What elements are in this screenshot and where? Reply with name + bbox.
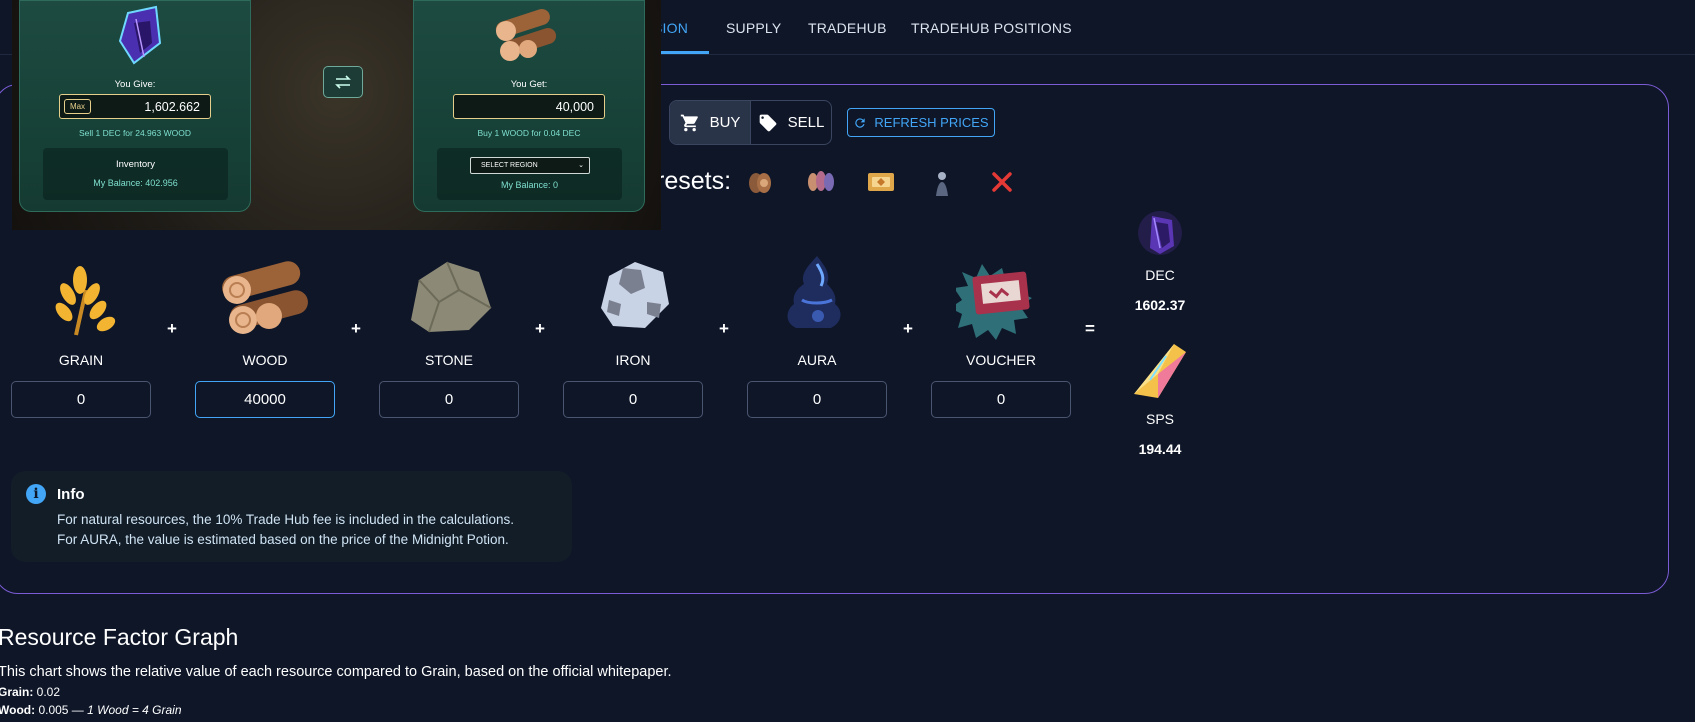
buy-button[interactable]: BUY xyxy=(670,101,751,144)
info-icon: i xyxy=(26,484,46,504)
give-amount-field[interactable]: Max 1,602.662 xyxy=(59,94,211,119)
tab-tradehub[interactable]: TRADEHUB xyxy=(808,20,887,36)
region-select-label: SELECT REGION xyxy=(481,162,538,169)
wood-icon xyxy=(222,261,308,334)
plus-operator: + xyxy=(903,319,913,338)
swap-arrows-icon xyxy=(335,75,351,89)
stone-label: STONE xyxy=(425,352,473,368)
refresh-prices-button[interactable]: REFRESH PRICES xyxy=(847,108,995,137)
info-title: Info xyxy=(57,486,85,503)
iron-input[interactable] xyxy=(563,381,703,418)
preset-wood-icon[interactable] xyxy=(744,166,776,198)
wood-factor-note: 1 Wood = 4 Grain xyxy=(87,703,182,717)
wood-factor-label: Wood: xyxy=(0,703,36,717)
wood-label: WOOD xyxy=(242,352,288,368)
graph-title: Resource Factor Graph xyxy=(0,624,239,650)
resource-iron: IRON xyxy=(562,245,704,418)
grain-factor-value: 0.02 xyxy=(33,685,61,699)
voucher-icon xyxy=(956,264,1032,340)
iron-icon xyxy=(601,262,669,328)
grain-factor-label: Grain: xyxy=(0,685,34,699)
sell-label: SELL xyxy=(787,114,825,131)
dec-gem-icon xyxy=(1138,211,1182,255)
cart-icon xyxy=(680,114,698,131)
plus-operator: + xyxy=(351,319,361,338)
get-balance: My Balance: 0 xyxy=(500,180,559,190)
buy-label: BUY xyxy=(709,114,741,131)
get-amount-field[interactable]: 40,000 xyxy=(453,94,605,119)
max-button[interactable]: Max xyxy=(64,99,91,114)
plus-operator: + xyxy=(535,319,545,338)
swap-button[interactable] xyxy=(323,66,363,98)
region-select[interactable]: SELECT REGION ⌄ xyxy=(470,157,590,174)
resource-stone: STONE xyxy=(378,245,520,418)
tab-supply[interactable]: SUPPLY xyxy=(726,20,781,36)
grain-label: GRAIN xyxy=(58,352,104,368)
preset-aura-icon[interactable] xyxy=(926,166,958,198)
output-dec: DEC 1602.37 xyxy=(1118,208,1202,313)
iron-label: IRON xyxy=(615,352,651,368)
plus-operator: + xyxy=(719,319,729,338)
get-rate-note: Buy 1 WOOD for 0.04 DEC xyxy=(477,128,581,138)
chevron-down-icon: ⌄ xyxy=(578,162,584,169)
resource-voucher: VOUCHER xyxy=(930,245,1072,418)
inventory-balance: My Balance: 402.956 xyxy=(93,178,178,188)
region-box: SELECT REGION ⌄ My Balance: 0 xyxy=(437,148,622,200)
sps-label: SPS xyxy=(1145,411,1174,427)
info-box: i Info For natural resources, the 10% Tr… xyxy=(11,471,572,562)
grain-icon xyxy=(55,266,116,336)
clear-presets-icon[interactable] xyxy=(986,166,1018,198)
resource-aura: AURA xyxy=(746,245,888,418)
tab-tradehub-positions[interactable]: TRADEHUB POSITIONS xyxy=(911,20,1072,36)
dec-label: DEC xyxy=(1145,267,1175,283)
info-line: For natural resources, the 10% Trade Hub… xyxy=(57,512,515,527)
equals-operator: = xyxy=(1085,319,1095,338)
get-card: You Get: 40,000 Buy 1 WOOD for 0.04 DEC … xyxy=(413,0,645,212)
get-label: You Get: xyxy=(510,79,548,90)
wood-factor: Wood: 0.005 — 1 Wood = 4 Grain xyxy=(0,703,182,717)
resource-wood: WOOD xyxy=(194,245,336,418)
stone-input[interactable] xyxy=(379,381,519,418)
refresh-icon xyxy=(855,117,866,128)
output-sps: SPS 194.44 xyxy=(1118,340,1202,457)
wood-factor-value: 0.005 — xyxy=(35,703,88,717)
preset-multi-icon[interactable] xyxy=(805,166,837,198)
sell-button[interactable]: SELL xyxy=(751,101,831,144)
info-line: For AURA, the value is estimated based o… xyxy=(57,532,509,547)
give-card: You Give: Max 1,602.662 Sell 1 DEC for 2… xyxy=(19,0,251,212)
aura-icon xyxy=(787,256,841,328)
sps-value: 194.44 xyxy=(1138,441,1182,457)
resource-grain: GRAIN xyxy=(10,245,152,418)
refresh-label: REFRESH PRICES xyxy=(874,115,989,130)
wood-input[interactable] xyxy=(195,381,335,418)
voucher-label: VOUCHER xyxy=(965,352,1036,368)
wood-icon xyxy=(495,9,557,61)
plus-operator: + xyxy=(167,319,177,338)
graph-description: This chart shows the relative value of e… xyxy=(0,664,672,680)
give-amount-value: 1,602.662 xyxy=(144,100,200,114)
give-rate-note: Sell 1 DEC for 24.963 WOOD xyxy=(79,128,191,138)
preset-voucher-icon[interactable] xyxy=(865,166,897,198)
give-label: You Give: xyxy=(114,79,156,90)
tag-icon xyxy=(759,114,776,131)
buy-sell-toggle: BUY SELL xyxy=(669,100,832,145)
page: SION SUPPLY TRADEHUB TRADEHUB POSITIONS … xyxy=(0,0,1695,722)
inventory-title: Inventory xyxy=(115,159,156,170)
dec-gem-icon xyxy=(118,5,162,65)
grain-factor: Grain: 0.02 xyxy=(0,685,60,699)
inventory-box: Inventory My Balance: 402.956 xyxy=(43,148,228,200)
voucher-input[interactable] xyxy=(931,381,1071,418)
dec-value: 1602.37 xyxy=(1134,297,1186,313)
stone-icon xyxy=(411,261,492,333)
presets-label: resets: xyxy=(656,167,732,195)
trade-dialog-overlay: You Give: Max 1,602.662 Sell 1 DEC for 2… xyxy=(12,0,661,230)
aura-input[interactable] xyxy=(747,381,887,418)
sps-crystal-icon xyxy=(1134,344,1186,398)
aura-label: AURA xyxy=(797,352,837,368)
grain-input[interactable] xyxy=(11,381,151,418)
